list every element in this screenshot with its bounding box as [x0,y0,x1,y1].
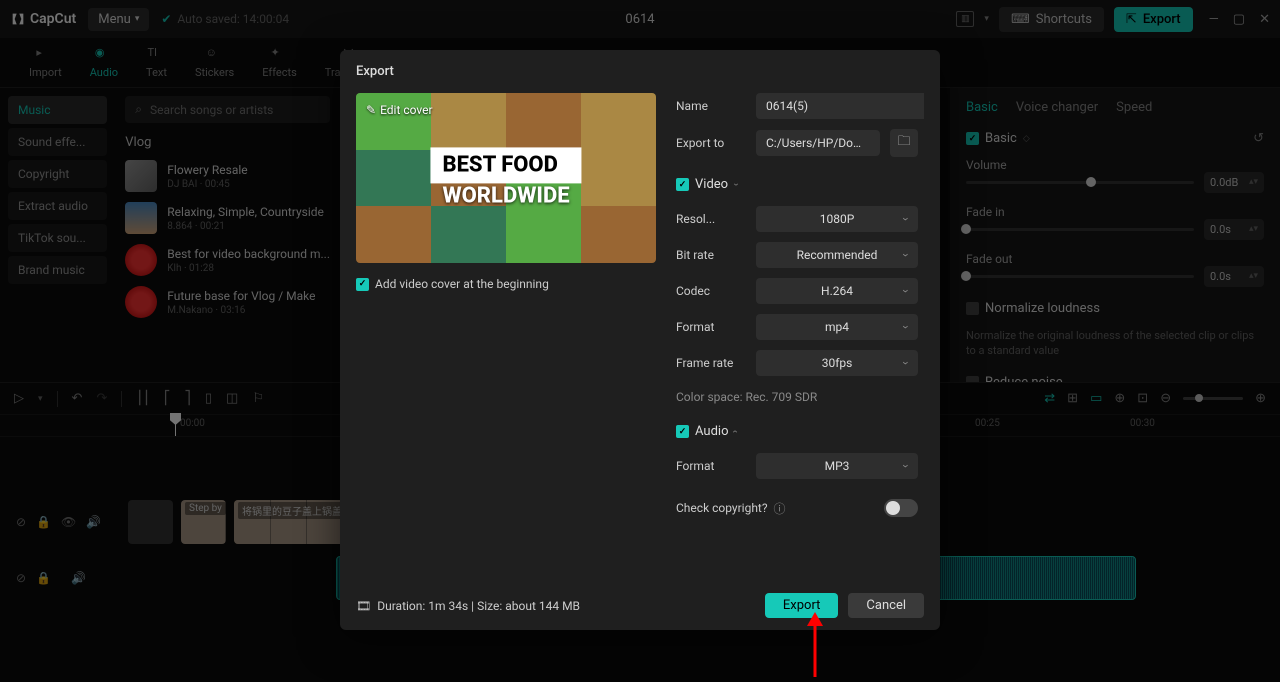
codec-select[interactable]: H.264 [756,278,918,304]
copyright-toggle[interactable] [884,499,918,517]
edit-cover-button[interactable]: ✎ Edit cover [366,103,433,117]
folder-icon: 🗀 [897,132,910,154]
audio-checkbox[interactable]: ✓ [676,425,689,438]
pencil-icon: ✎ [366,103,376,117]
browse-folder-button[interactable]: 🗀 [890,129,918,157]
duration-info: 🎞 Duration: 1m 34s | Size: about 144 MB [356,599,580,613]
export-modal: Export ✎ Edit cover BEST FOOD WORLDWIDE … [340,50,940,630]
chevron-up-icon: › [730,430,741,433]
video-checkbox[interactable]: ✓ [676,178,689,191]
export-to-label: Export to [676,136,746,150]
audio-format-label: Format [676,459,746,473]
film-icon: 🎞 [356,599,371,613]
framerate-label: Frame rate [676,356,746,370]
export-confirm-button[interactable]: Export [765,593,839,618]
audio-section-header[interactable]: ✓ Audio › [676,424,918,439]
resolution-label: Resol... [676,212,746,226]
cover-headline: BEST FOOD [430,147,581,183]
export-path: C:/Users/HP/Downlo... [756,130,880,156]
bitrate-label: Bit rate [676,248,746,262]
name-label: Name [676,99,746,113]
modal-title: Export [340,50,940,93]
modal-footer: 🎞 Duration: 1m 34s | Size: about 144 MB … [340,581,940,630]
copyright-label: Check copyright? [676,501,768,515]
audio-format-select[interactable]: MP3 [756,453,918,479]
cover-subhead: WORLDWIDE [430,184,581,209]
codec-label: Codec [676,284,746,298]
add-cover-checkbox[interactable]: ✓ [356,278,369,291]
format-select[interactable]: mp4 [756,314,918,340]
bitrate-select[interactable]: Recommended [756,242,918,268]
video-section-header[interactable]: ✓ Video › [676,177,918,192]
resolution-select[interactable]: 1080P [756,206,918,232]
cancel-button[interactable]: Cancel [848,593,924,618]
name-input[interactable] [756,93,924,119]
cover-preview[interactable]: ✎ Edit cover BEST FOOD WORLDWIDE [356,93,656,263]
chevron-down-icon: › [730,183,741,186]
format-label: Format [676,320,746,334]
framerate-select[interactable]: 30fps [756,350,918,376]
add-cover-checkbox-row[interactable]: ✓ Add video cover at the beginning [356,277,656,291]
help-icon[interactable]: ⓘ [774,500,786,517]
colorspace-info: Color space: Rec. 709 SDR [676,390,918,404]
